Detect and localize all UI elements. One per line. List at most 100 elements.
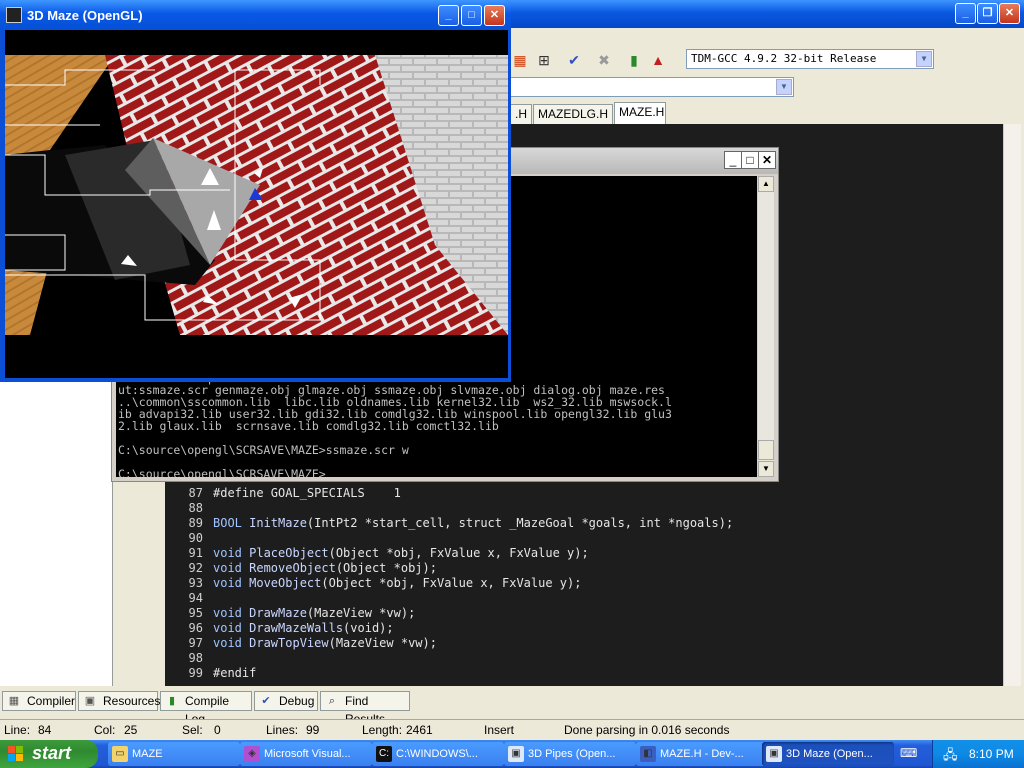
console-scrollbar[interactable]: ▲ ▼ (758, 176, 774, 477)
console-maximize-button[interactable]: □ (741, 151, 759, 169)
status-bar: Line: 84 Col: 25 Sel: 0 Lines: 99 Length… (0, 719, 1024, 740)
code-line[interactable]: 95 void DrawMaze(MazeView *vw); (165, 606, 1003, 621)
check-icon[interactable]: ✔ (564, 50, 584, 70)
windows-logo-icon (8, 746, 24, 762)
maze-titlebar[interactable]: 3D Maze (OpenGL) _ □ ✕ (0, 0, 511, 30)
tab-debug[interactable]: ✔ Debug (254, 691, 318, 711)
maze-minimize-button[interactable]: _ (438, 5, 459, 26)
line-number: 89 (188, 516, 203, 530)
code-line[interactable]: 94 (165, 591, 1003, 606)
status-line-value: 84 (38, 723, 52, 737)
status-length-label: Length: (362, 723, 403, 737)
code-line[interactable]: 98 (165, 651, 1003, 666)
code-line[interactable]: 91 void PlaceObject(Object *obj, FxValue … (165, 546, 1003, 561)
chevron-down-icon[interactable]: ▼ (776, 79, 792, 95)
tab-mazedlg-h[interactable]: MAZEDLG.H (533, 104, 613, 124)
maze-maximize-button[interactable]: □ (461, 5, 482, 26)
status-sel-value: 0 (214, 723, 221, 737)
tab-resources[interactable]: ▣ Resources (78, 691, 160, 711)
scroll-thumb[interactable] (758, 440, 774, 460)
taskbar-item[interactable]: ◧ MAZE.H - Dev-... (636, 742, 768, 766)
grid-icon[interactable]: ⊞ (534, 50, 554, 70)
tab-find-results[interactable]: ⌕Find Results (320, 691, 410, 726)
status-sel-label: Sel: (182, 723, 203, 737)
status-lines-label: Lines: (266, 723, 299, 737)
code-line[interactable]: 93 void MoveObject(Object *obj, FxValue x… (165, 576, 1003, 591)
layout-icon[interactable]: ▦ (510, 50, 530, 70)
chevron-down-icon[interactable]: ▼ (916, 51, 932, 67)
visual-studio-icon: ◈ (244, 746, 260, 762)
chart-icon: ▮ (168, 695, 176, 707)
app-icon (6, 7, 22, 23)
console-line: 2.lib glaux.lib scrnsave.lib comdlg32.li… (118, 419, 499, 433)
code-line[interactable]: 88 (165, 501, 1003, 516)
line-number: 99 (188, 666, 203, 680)
line-number: 90 (188, 531, 203, 545)
tab-compiler[interactable]: ▦ Compiler (2, 691, 76, 711)
taskbar-item[interactable]: ▣ 3D Pipes (Open... (504, 742, 636, 766)
check-icon: ✔ (261, 695, 271, 707)
scroll-down-icon[interactable]: ▼ (758, 461, 774, 477)
line-text: #endif (213, 666, 257, 680)
ide-minimize-button[interactable]: _ (955, 3, 976, 24)
ide-close-button[interactable]: ✕ (999, 3, 1020, 24)
taskbar-item-label: MAZE.H - Dev-... (660, 748, 744, 760)
taskbar-item-label: Microsoft Visual... (264, 748, 351, 760)
window-icon: ▣ (508, 746, 524, 762)
status-lines-value: 99 (306, 723, 320, 737)
compiler-select[interactable]: TDM-GCC 4.9.2 32-bit Release ▼ (686, 49, 934, 69)
taskbar-item[interactable]: ◈ Microsoft Visual... (240, 742, 372, 766)
network-icon[interactable]: 🖧 (943, 746, 958, 768)
status-col-value: 25 (124, 723, 138, 737)
tab-h[interactable]: .H (510, 104, 532, 124)
scroll-up-icon[interactable] (1005, 124, 1020, 140)
taskbar-item[interactable]: ▭ MAZE (108, 742, 240, 766)
code-line[interactable]: 97 void DrawTopView(MazeView *vw); (165, 636, 1003, 651)
console-close-button[interactable]: ✕ (758, 151, 776, 169)
taskbar-item-label: 3D Pipes (Open... (528, 748, 616, 760)
code-line[interactable]: 96 void DrawMazeWalls(void); (165, 621, 1003, 636)
ide-restore-button[interactable]: ❐ (977, 3, 998, 24)
line-number: 94 (188, 591, 203, 605)
taskbar: start ▭ MAZE ◈ Microsoft Visual... C: C:\WIND… (0, 740, 1024, 768)
line-number: 92 (188, 561, 203, 575)
code-line[interactable]: 92 void RemoveObject(Object *obj); (165, 561, 1003, 576)
scroll-up-icon[interactable]: ▲ (758, 176, 774, 192)
line-number: 97 (188, 636, 203, 650)
class-select[interactable]: ▼ (510, 77, 794, 97)
status-message: Done parsing in 0.016 seconds (564, 723, 730, 737)
line-text: void MoveObject(Object *obj, FxValue x, … (213, 576, 582, 590)
folder-icon: ▭ (112, 746, 128, 762)
tab-compile-log[interactable]: ▮Compile Log (160, 691, 252, 726)
maze-window: 3D Maze (OpenGL) _ □ ✕ (0, 0, 511, 382)
code-line[interactable]: 90 (165, 531, 1003, 546)
system-tray: 🖧 8:10 PM (932, 740, 1024, 768)
start-label: start (32, 743, 72, 763)
taskbar-item-label: 3D Maze (Open... (786, 748, 873, 760)
editor-scrollbar[interactable] (1003, 124, 1021, 686)
find-icon: ⌕ (328, 695, 336, 707)
start-button[interactable]: start (0, 740, 98, 768)
window-icon: ▣ (766, 746, 782, 762)
chart-icon[interactable]: ▮ (624, 50, 644, 70)
taskbar-item[interactable]: C: C:\WINDOWS\... (372, 742, 504, 766)
code-line[interactable]: 99 #endif (165, 666, 1003, 681)
console-minimize-button[interactable]: _ (724, 151, 742, 169)
code-lines: 87 #define GOAL_SPECIALS 1 88 89 BOOL InitMa… (165, 486, 1003, 681)
bottom-panel-tabs: ▦ Compiler ▣ Resources ▮Compile Log ✔ Debug… (0, 690, 1024, 726)
maze-3d-viewport[interactable] (5, 30, 508, 378)
keyboard-icon[interactable]: ⌨ (900, 746, 918, 762)
line-text: void PlaceObject(Object *obj, FxValue x,… (213, 546, 589, 560)
clock[interactable]: 8:10 PM (969, 747, 1014, 761)
line-number: 87 (188, 486, 203, 500)
cross-icon[interactable]: ✖ (594, 50, 614, 70)
profile-icon[interactable]: ▲ (648, 50, 668, 70)
code-line[interactable]: 87 #define GOAL_SPECIALS 1 (165, 486, 1003, 501)
maze-close-button[interactable]: ✕ (484, 5, 505, 26)
taskbar-item-label: MAZE (132, 748, 163, 760)
console-line: C:\source\opengl\SCRSAVE\MAZE>ssmaze.scr… (118, 443, 409, 457)
project-browser-pane[interactable] (0, 380, 113, 686)
taskbar-item[interactable]: ▣ 3D Maze (Open... (762, 742, 894, 766)
code-line[interactable]: 89 BOOL InitMaze(IntPt2 *start_cell, stru… (165, 516, 1003, 531)
tab-maze-h[interactable]: MAZE.H (614, 102, 666, 124)
